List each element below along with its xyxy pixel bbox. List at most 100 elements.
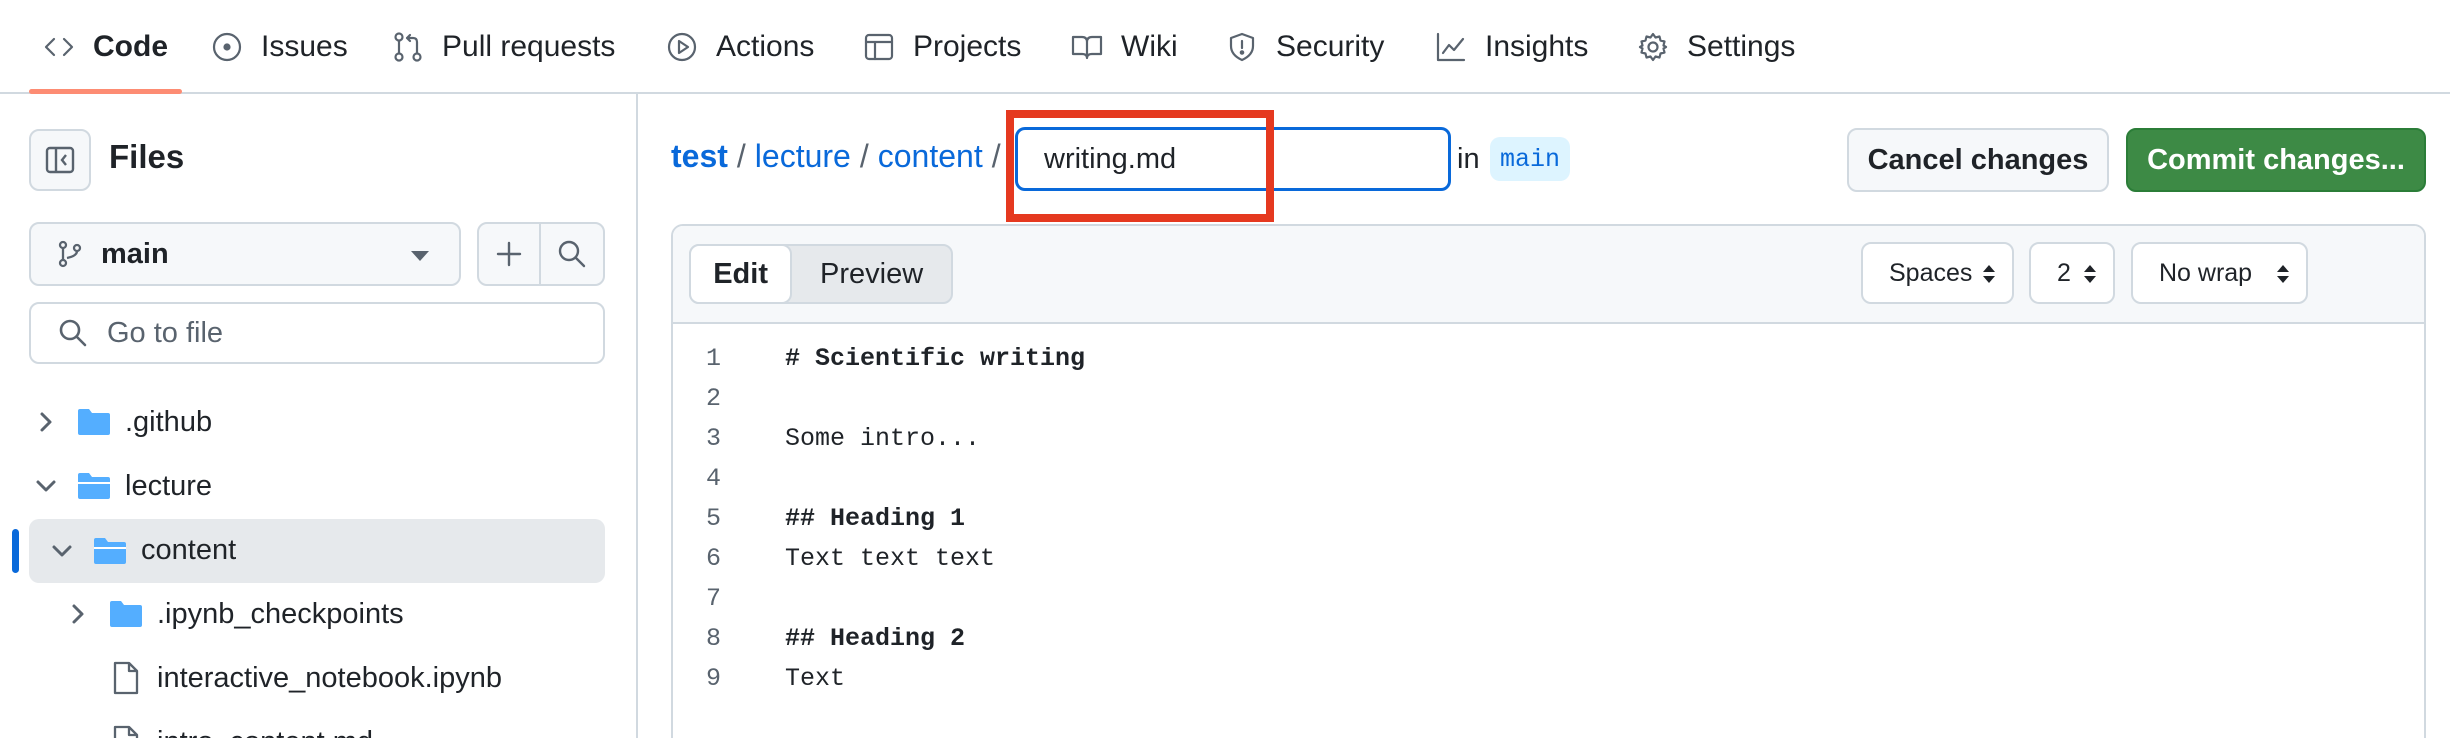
tab-issues[interactable]: Issues [211,0,348,94]
collapse-sidebar-button[interactable] [29,129,91,191]
wrap-mode-select[interactable]: No wrap [2131,242,2308,304]
line-number: 1 [705,343,721,373]
indent-size-select[interactable]: 2 [2029,242,2115,304]
code-line[interactable]: 2 [673,378,2424,418]
tab-insights-label: Insights [1485,30,1589,63]
breadcrumb-lecture-link[interactable]: lecture [755,138,851,175]
search-icon [59,319,87,347]
pull-request-icon [394,32,422,62]
breadcrumb-separator: / [859,138,869,174]
tab-code[interactable]: Code [29,0,182,94]
in-label: in [1457,143,1480,175]
line-number: 9 [705,663,721,693]
code-editor: Edit Preview Spaces 2 No wrap 1 # Scienti… [671,224,2426,738]
select-arrows-icon [2277,265,2289,283]
file-icon [113,661,139,695]
code-line[interactable]: 4 [673,458,2424,498]
folder-icon [78,409,110,435]
play-icon [667,32,697,62]
tree-item-content[interactable]: content [0,519,636,583]
tab-insights[interactable]: Insights [1435,0,1588,94]
tab-projects-label: Projects [913,30,1022,63]
files-title: Files [109,138,185,175]
search-files-button[interactable] [541,224,603,284]
go-to-file-input[interactable] [107,316,587,350]
tree-item-github[interactable]: .github [0,391,636,453]
code-line[interactable]: 3 Some intro... [673,418,2424,458]
line-text: # Scientific writing [785,343,1086,373]
code-line[interactable]: 8 ## Heading 2 [673,618,2424,658]
tab-actions[interactable]: Actions [666,0,814,94]
code-line[interactable]: 7 [673,578,2424,618]
selected-indicator [12,529,19,573]
tab-actions-label: Actions [716,30,815,63]
table-icon [864,33,894,61]
code-line[interactable]: 6 Text text text [673,538,2424,578]
indent-size-value: 2 [2057,258,2071,287]
search-icon [558,240,586,268]
line-number: 3 [705,423,721,453]
add-file-button[interactable] [479,224,542,284]
tab-wiki-label: Wiki [1121,30,1178,63]
commit-changes-button[interactable]: Commit changes... [2126,128,2426,192]
tree-item-label: interactive_notebook.ipynb [157,661,503,694]
tree-item-label: lecture [125,469,213,502]
shield-icon [1229,32,1255,62]
preview-tab[interactable]: Preview [792,246,951,302]
cancel-changes-button[interactable]: Cancel changes [1847,128,2109,192]
line-text: Text [785,663,846,693]
tree-item-interactive-notebook[interactable]: interactive_notebook.ipynb [0,647,636,709]
select-arrows-icon [2084,265,2096,283]
code-line[interactable]: 1 # Scientific writing [673,338,2424,378]
line-number: 7 [705,583,721,613]
select-arrows-icon [1983,265,1995,283]
filename-field[interactable] [1015,127,1451,191]
line-number: 5 [705,503,721,533]
tab-wiki[interactable]: Wiki [1071,0,1178,94]
code-icon [44,37,74,57]
tab-code-label: Code [93,30,168,63]
breadcrumb-repo-link[interactable]: test [671,138,728,175]
line-text: Text text text [785,543,996,573]
folder-open-icon [78,473,110,499]
dropdown-caret-icon [411,251,429,261]
chevron-right-icon [40,412,52,432]
tree-item-ipynb-checkpoints[interactable]: .ipynb_checkpoints [0,583,636,645]
breadcrumb-content-link[interactable]: content [878,138,983,175]
indent-mode-value: Spaces [1889,258,1973,287]
folder-open-icon [94,538,126,564]
graph-icon [1436,32,1466,62]
tree-item-intro-content[interactable]: intro_content.md [0,711,636,738]
tree-item-label: .github [125,405,213,438]
chevron-down-icon [52,545,72,557]
tab-pull-requests[interactable]: Pull requests [392,0,615,94]
file-tree-sidebar: Files main .github lecture content [0,94,638,738]
go-to-file-field[interactable] [29,302,605,364]
branch-selector[interactable]: main [29,222,461,286]
tab-issues-label: Issues [261,30,348,63]
wrap-mode-value: No wrap [2159,258,2253,287]
code-line[interactable]: 9 Text [673,658,2424,698]
breadcrumb-separator: / [991,138,1001,174]
branch-badge: main [1490,137,1571,181]
tab-security[interactable]: Security [1226,0,1384,94]
code-area[interactable]: 1 # Scientific writing 2 3 Some intro... 4 5 ##… [673,324,2424,698]
edit-preview-toggle: Edit Preview [689,244,953,304]
repo-nav: Code Issues Pull requests Actions Projec… [0,0,2450,94]
tab-settings[interactable]: Settings [1637,0,1795,94]
file-icon [113,725,139,738]
tree-item-label: content [141,533,237,566]
code-line[interactable]: 5 ## Heading 1 [673,498,2424,538]
edit-tab[interactable]: Edit [689,244,793,304]
tab-projects[interactable]: Projects [863,0,1021,94]
filename-input[interactable] [1044,142,1434,176]
line-text: ## Heading 2 [785,623,966,653]
tab-pull-requests-label: Pull requests [442,30,616,63]
tree-item-lecture[interactable]: lecture [0,455,636,517]
branch-name: main [101,237,169,270]
breadcrumb: test / lecture / content / [671,138,1010,175]
indent-mode-select[interactable]: Spaces [1861,242,2014,304]
breadcrumb-separator: / [736,138,746,174]
gear-icon [1638,32,1668,62]
tree-item-label: intro_content.md [157,726,373,738]
